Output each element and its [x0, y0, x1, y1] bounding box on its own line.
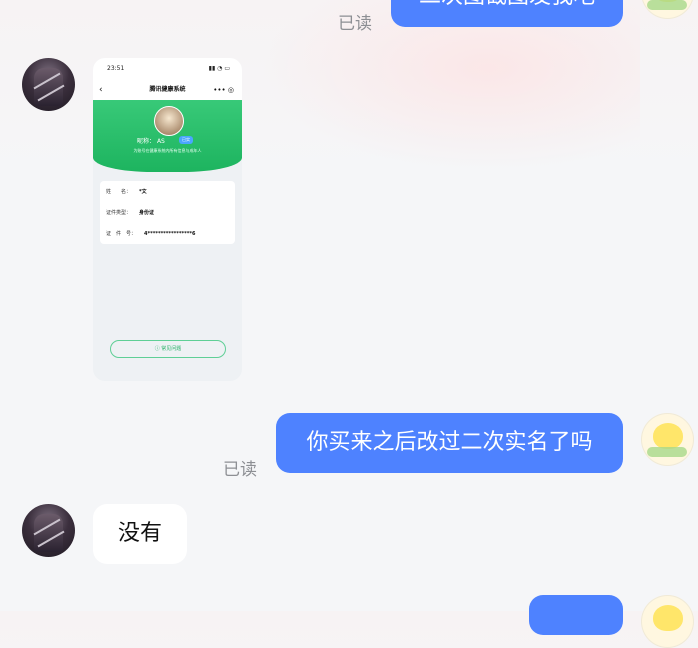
- nickname-label: 昵称：: [137, 138, 156, 145]
- profile-subtitle: 为账号在健康系统内所有信息与成年人: [133, 148, 202, 153]
- identity-card: 姓 名： *文 证件类型： 身份证 证 件 号： 4*****************…: [100, 181, 235, 244]
- back-icon: ‹: [99, 85, 103, 95]
- status-time: 23:51: [107, 65, 125, 72]
- nickname-value: AS: [156, 138, 165, 145]
- contact-avatar[interactable]: [22, 504, 75, 557]
- image-message-thumbnail[interactable]: 23:51 ▮▮ ◔ ▭ ‹ 腾讯健康系统 ••• ◎ 昵称： AS 已实 为账…: [93, 58, 242, 381]
- message-bubble-incoming[interactable]: 没有: [93, 504, 187, 564]
- message-bubble-outgoing[interactable]: 你买来之后改过二次实名了吗: [276, 413, 623, 473]
- id-number-row: 证 件 号： 4*****************6: [106, 231, 196, 237]
- sun-character-icon: [653, 605, 683, 631]
- sun-character-icon: [653, 423, 683, 449]
- leaf-icon: [647, 447, 687, 457]
- message-bubble-outgoing-partial[interactable]: [529, 595, 623, 635]
- contact-avatar[interactable]: [22, 58, 75, 111]
- id-type-row: 证件类型： 身份证: [106, 210, 155, 216]
- name-row: 姓 名： *文: [106, 189, 147, 195]
- my-avatar[interactable]: [641, 413, 694, 466]
- message-bubble-outgoing[interactable]: 二次图截图发我吧: [391, 0, 623, 27]
- profile-header: 昵称： AS 已实 为账号在健康系统内所有信息与成年人: [93, 100, 242, 172]
- more-icon: ••• ◎: [213, 86, 234, 94]
- read-receipt: 已读: [223, 460, 257, 480]
- status-bar: 23:51 ▮▮ ◔ ▭: [93, 58, 242, 80]
- verified-tag: 已实: [179, 136, 193, 144]
- read-receipt: 已读: [338, 14, 372, 34]
- miniapp-title: 腾讯健康系统: [149, 86, 186, 93]
- my-avatar[interactable]: [641, 0, 694, 19]
- miniapp-nav: ‹ 腾讯健康系统 ••• ◎: [93, 80, 242, 100]
- leaf-icon: [647, 0, 687, 10]
- my-avatar[interactable]: [641, 595, 694, 648]
- profile-avatar: [154, 106, 184, 136]
- faq-button: ⓘ 常见问题: [110, 340, 226, 358]
- battery-icon: ▮▮ ◔ ▭: [208, 65, 230, 72]
